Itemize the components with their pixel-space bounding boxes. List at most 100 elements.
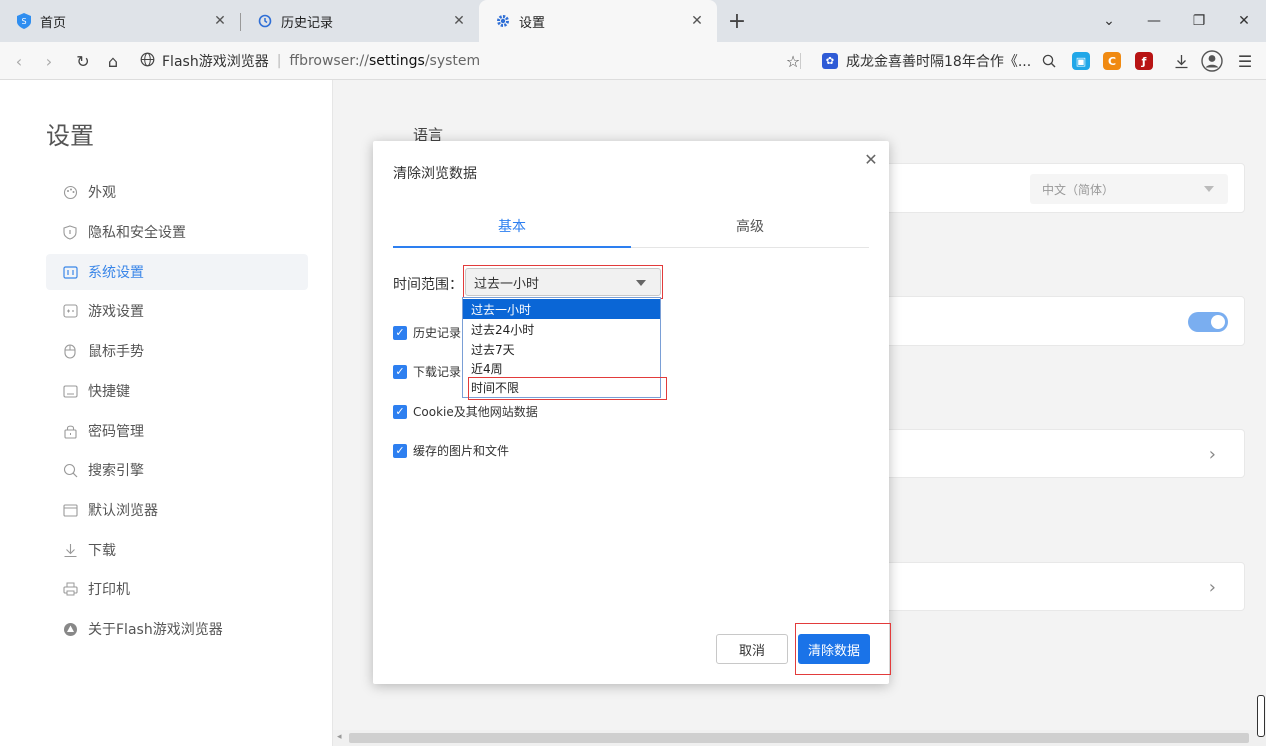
- url-path: /system: [424, 53, 481, 69]
- checkmark-icon: ✓: [393, 325, 407, 340]
- sidebar-item-passwords[interactable]: 密码管理: [46, 413, 308, 449]
- clear-browsing-data-dialog: 清除浏览数据 ✕ 基本 高级 时间范围： 过去一小时 ✓ 历史记录 ✓ 下载记录…: [373, 141, 891, 684]
- sidebar-item-shortcuts[interactable]: 快捷键: [46, 373, 308, 409]
- tab-label: 设置: [519, 15, 546, 31]
- close-icon[interactable]: ✕: [863, 150, 879, 169]
- sidebar-item-label: 游戏设置: [88, 304, 144, 320]
- chevron-right-icon: ›: [1208, 577, 1216, 598]
- download-icon: [62, 542, 78, 558]
- highlight-box-clear-button: [795, 623, 891, 675]
- sidebar-item-label: 下载: [88, 543, 116, 559]
- tab-label: 首页: [40, 15, 67, 31]
- url-scheme: ffbrowser://: [289, 53, 369, 69]
- globe-icon: [140, 52, 155, 71]
- search-icon: [62, 462, 78, 478]
- sidebar-item-game[interactable]: 游戏设置: [46, 293, 308, 329]
- toolbar-divider: [800, 53, 801, 69]
- minimize-icon[interactable]: —: [1141, 8, 1167, 34]
- flash-extension-icon[interactable]: ƒ: [1135, 52, 1153, 70]
- option-past-hour[interactable]: 过去一小时: [463, 299, 660, 319]
- sidebar-item-label: 关于Flash游戏浏览器: [88, 622, 223, 638]
- reload-icon[interactable]: ↻: [72, 50, 94, 72]
- sidebar-item-label: 外观: [88, 185, 116, 201]
- sidebar-item-mouse-gesture[interactable]: 鼠标手势: [46, 333, 308, 369]
- setting-toggle[interactable]: [1188, 312, 1228, 332]
- tab-settings[interactable]: 设置 ✕: [479, 0, 717, 42]
- back-icon[interactable]: ‹: [8, 50, 30, 72]
- language-value: 中文（简体）: [1042, 182, 1115, 197]
- address-toolbar: ‹ › ↻ ⌂ Flash游戏浏览器 | ffbrowser://setting…: [0, 42, 1266, 80]
- browser-window-icon: [62, 502, 78, 518]
- ffbrowser-logo-icon: S: [16, 13, 32, 29]
- gamepad-icon: [62, 303, 78, 319]
- mouse-icon: [62, 343, 78, 359]
- sidebar-item-label: 默认浏览器: [88, 503, 158, 519]
- close-icon[interactable]: ✕: [687, 11, 707, 31]
- sidebar-item-search-engine[interactable]: 搜索引擎: [46, 452, 308, 488]
- forward-icon[interactable]: ›: [38, 50, 60, 72]
- option-last-4-weeks[interactable]: 近4周: [463, 358, 660, 378]
- scroll-left-icon[interactable]: ◂: [337, 732, 342, 742]
- game-extension-icon[interactable]: ▣: [1072, 52, 1090, 70]
- option-past-24-hours[interactable]: 过去24小时: [463, 319, 660, 339]
- option-past-7-days[interactable]: 过去7天: [463, 339, 660, 359]
- tab-history[interactable]: 历史记录 ✕: [241, 0, 479, 42]
- menu-icon[interactable]: ☰: [1234, 50, 1256, 72]
- sidebar-item-download[interactable]: 下载: [46, 532, 308, 568]
- chevron-down-icon: [1204, 186, 1214, 192]
- restore-icon[interactable]: ❐: [1186, 8, 1212, 34]
- language-select[interactable]: 中文（简体）: [1030, 174, 1228, 204]
- highlight-box-select: [463, 265, 663, 299]
- checkbox-downloads[interactable]: ✓ 下载记录: [393, 363, 461, 380]
- vertical-scrollbar-thumb[interactable]: [1257, 695, 1265, 737]
- url-bar[interactable]: Flash游戏浏览器 | ffbrowser://settings/system: [140, 51, 480, 71]
- horizontal-scrollbar[interactable]: ◂: [333, 730, 1266, 746]
- checkbox-cookies[interactable]: ✓ Cookie及其他网站数据: [393, 403, 538, 420]
- c-extension-icon[interactable]: C: [1103, 52, 1121, 70]
- sidebar-item-privacy[interactable]: 隐私和安全设置: [46, 214, 308, 250]
- history-icon: [257, 13, 273, 29]
- close-icon[interactable]: ✕: [449, 11, 469, 31]
- home-icon[interactable]: ⌂: [102, 50, 124, 72]
- scrollbar-thumb[interactable]: [349, 733, 1249, 743]
- sidebar-item-label: 隐私和安全设置: [88, 225, 186, 241]
- new-tab-button[interactable]: +: [724, 8, 750, 34]
- news-ticker[interactable]: ✿ 成龙金喜善时隔18年合作《...: [822, 51, 1032, 71]
- sidebar-item-label: 鼠标手势: [88, 344, 144, 360]
- dialog-title: 清除浏览数据: [393, 166, 477, 182]
- checkbox-history[interactable]: ✓ 历史记录: [393, 324, 461, 341]
- window-close-icon[interactable]: ✕: [1231, 8, 1257, 34]
- sidebar-title: 设置: [46, 122, 94, 150]
- close-icon[interactable]: ✕: [210, 11, 230, 31]
- highlight-box-all-time: [468, 377, 667, 400]
- checkbox-label: 下载记录: [413, 365, 462, 379]
- checkbox-label: 历史记录: [413, 326, 462, 340]
- dialog-tabs: 基本 高级: [393, 205, 869, 248]
- sidebar-item-printer[interactable]: 打印机: [46, 571, 308, 607]
- cancel-button[interactable]: 取消: [716, 634, 788, 664]
- tab-home[interactable]: S 首页 ✕: [0, 0, 240, 42]
- shield-icon: [62, 224, 78, 240]
- sidebar-item-system[interactable]: 系统设置: [46, 254, 308, 290]
- checkbox-cache[interactable]: ✓ 缓存的图片和文件: [393, 442, 509, 459]
- gear-icon: [495, 13, 511, 29]
- news-text: 成龙金喜善时隔18年合作《...: [846, 54, 1032, 70]
- palette-icon: [62, 184, 78, 200]
- sidebar-item-label: 打印机: [88, 582, 130, 598]
- sidebar-item-default-browser[interactable]: 默认浏览器: [46, 492, 308, 528]
- ffbrowser-logo-icon: [62, 621, 78, 637]
- checkmark-icon: ✓: [393, 404, 407, 419]
- sidebar-item-label: 密码管理: [88, 424, 144, 440]
- download-icon[interactable]: [1170, 50, 1192, 72]
- keyboard-icon: [62, 383, 78, 399]
- tab-list-chevron-icon[interactable]: ⌄: [1096, 8, 1122, 34]
- tab-basic[interactable]: 基本: [393, 205, 631, 248]
- sidebar-item-label: 搜索引擎: [88, 463, 144, 479]
- sidebar-item-about[interactable]: 关于Flash游戏浏览器: [46, 611, 308, 647]
- tab-advanced[interactable]: 高级: [631, 205, 869, 247]
- url-divider: |: [276, 53, 282, 69]
- chevron-right-icon: ›: [1208, 444, 1216, 465]
- sidebar-item-appearance[interactable]: 外观: [46, 174, 308, 210]
- avatar-icon[interactable]: [1200, 49, 1224, 73]
- search-icon[interactable]: [1038, 50, 1060, 72]
